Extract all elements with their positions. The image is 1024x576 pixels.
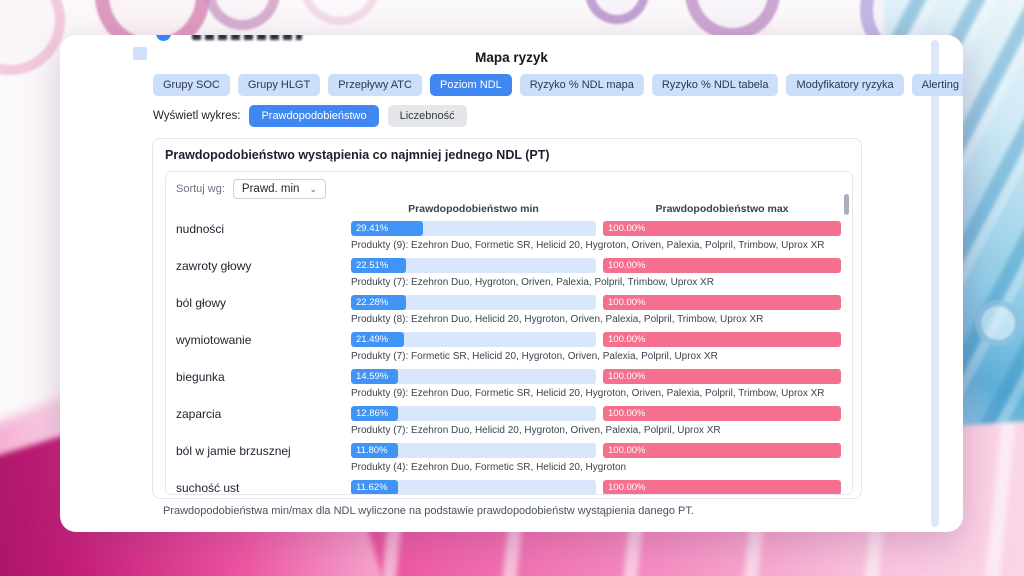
row-products: Produkty (9): Ezehron Duo, Formetic SR, … bbox=[351, 388, 841, 399]
row-label: nudności bbox=[176, 221, 344, 236]
chart-row: ból głowy 22.28% 100.00% Produkty (8): Ezeh… bbox=[176, 295, 838, 325]
row-products: Produkty (4): Ezehron Duo, Formetic SR, … bbox=[351, 462, 841, 473]
bar-min[interactable]: 11.62% bbox=[351, 480, 398, 495]
bar-max[interactable]: 100.00% bbox=[603, 406, 841, 421]
chart-title: Prawdopodobieństwo wystąpienia co najmni… bbox=[165, 148, 853, 162]
tab-poziom-ndl[interactable]: Poziom NDL bbox=[430, 74, 512, 96]
bar-min-track: 11.80% bbox=[351, 443, 596, 458]
chart-row: biegunka 14.59% 100.00% Produkty (9): Ezehr… bbox=[176, 369, 838, 399]
bar-min[interactable]: 12.86% bbox=[351, 406, 398, 421]
background-bubble bbox=[0, 0, 65, 75]
app-logo-partial bbox=[156, 35, 336, 42]
bar-min[interactable]: 29.41% bbox=[351, 221, 423, 236]
background-bubble bbox=[685, 0, 780, 40]
chart-rows: nudności 29.41% 100.00% Produkty (9): Ezehr… bbox=[176, 221, 838, 495]
row-label: suchość ust bbox=[176, 480, 344, 495]
row-label: zaparcia bbox=[176, 406, 344, 421]
chart-row: ból w jamie brzusznej 11.80% 100.00% Produk… bbox=[176, 443, 838, 473]
background-bubble bbox=[205, 0, 280, 30]
row-products: Produkty (8): Ezehron Duo, Helicid 20, H… bbox=[351, 314, 841, 325]
bar-min[interactable]: 14.59% bbox=[351, 369, 398, 384]
chart-row: zaparcia 12.86% 100.00% Produkty (7): Ezehr… bbox=[176, 406, 838, 436]
row-products: Produkty (7): Formetic SR, Helicid 20, H… bbox=[351, 351, 841, 362]
column-headers: Prawdopodobieństwo min Prawdopodobieństw… bbox=[176, 203, 838, 215]
bar-min[interactable]: 21.49% bbox=[351, 332, 404, 347]
column-header-min: Prawdopodobieństwo min bbox=[351, 203, 596, 215]
chart-scroll-area: Sortuj wg: Prawd. min ⌄ Prawdopodobieńst… bbox=[165, 171, 853, 495]
bar-min[interactable]: 11.80% bbox=[351, 443, 398, 458]
chart-row: suchość ust11.62%100.00%Produkty (6): Ez… bbox=[176, 480, 838, 495]
bar-max[interactable]: 100.00% bbox=[603, 332, 841, 347]
tab-alerting[interactable]: Alerting bbox=[912, 74, 963, 96]
toggle-label: Wyświetl wykres: bbox=[153, 110, 240, 122]
tab-grupy-soc[interactable]: Grupy SOC bbox=[153, 74, 230, 96]
bar-max[interactable]: 100.00% bbox=[603, 221, 841, 236]
sort-select-value: Prawd. min bbox=[242, 183, 300, 195]
page-scrollbar-track[interactable] bbox=[931, 40, 939, 527]
background-bubble bbox=[585, 0, 649, 24]
row-label: ból głowy bbox=[176, 295, 344, 310]
row-label: zawroty głowy bbox=[176, 258, 344, 273]
app-panel: Mapa ryzyk Grupy SOC Grupy HLGT Przepływy … bbox=[60, 35, 963, 532]
bar-min[interactable]: 22.51% bbox=[351, 258, 406, 273]
bar-max[interactable]: 100.00% bbox=[603, 369, 841, 384]
row-label: ból w jamie brzusznej bbox=[176, 443, 344, 458]
bar-min-track: 22.51% bbox=[351, 258, 596, 273]
bar-max[interactable]: 100.00% bbox=[603, 295, 841, 310]
bar-min-track: 11.62% bbox=[351, 480, 596, 495]
page-title: Mapa ryzyk bbox=[60, 50, 963, 65]
sort-select[interactable]: Prawd. min ⌄ bbox=[233, 179, 326, 199]
row-products: Produkty (9): Ezehron Duo, Formetic SR, … bbox=[351, 240, 841, 251]
chart-display-toggle: Wyświetl wykres: Prawdopodobieństwo Licze… bbox=[153, 105, 467, 127]
chart-row: zawroty głowy 22.51% 100.00% Produkty (7): … bbox=[176, 258, 838, 288]
toggle-liczebność[interactable]: Liczebność bbox=[388, 105, 467, 127]
bar-min-track: 22.28% bbox=[351, 295, 596, 310]
tab-bar: Grupy SOC Grupy HLGT Przepływy ATC Poziom N… bbox=[153, 74, 963, 96]
toggle-prawdopodobieństwo[interactable]: Prawdopodobieństwo bbox=[249, 105, 378, 127]
row-products: Produkty (7): Ezehron Duo, Helicid 20, H… bbox=[351, 425, 841, 436]
bar-min[interactable]: 22.28% bbox=[351, 295, 406, 310]
footer-note: Prawdopodobieństwa min/max dla NDL wylic… bbox=[163, 505, 694, 517]
bar-min-track: 21.49% bbox=[351, 332, 596, 347]
sort-row: Sortuj wg: Prawd. min ⌄ bbox=[176, 179, 838, 199]
chart-card: Prawdopodobieństwo wystąpienia co najmni… bbox=[152, 138, 862, 499]
bar-max[interactable]: 100.00% bbox=[603, 480, 841, 495]
bar-min-track: 29.41% bbox=[351, 221, 596, 236]
background-bubble bbox=[300, 0, 380, 25]
row-label: biegunka bbox=[176, 369, 344, 384]
tab-grupy-hlgt[interactable]: Grupy HLGT bbox=[238, 74, 320, 96]
bar-max[interactable]: 100.00% bbox=[603, 258, 841, 273]
row-products: Produkty (7): Ezehron Duo, Hygroton, Ori… bbox=[351, 277, 841, 288]
tab-ryzyko-ndl-tabela[interactable]: Ryzyko % NDL tabela bbox=[652, 74, 779, 96]
tab-przep-ywy-atc[interactable]: Przepływy ATC bbox=[328, 74, 422, 96]
chart-row: wymiotowanie 21.49% 100.00% Produkty (7): F… bbox=[176, 332, 838, 362]
row-label: wymiotowanie bbox=[176, 332, 344, 347]
chart-scrollbar-thumb[interactable] bbox=[844, 194, 849, 215]
tab-ryzyko-ndl-mapa[interactable]: Ryzyko % NDL mapa bbox=[520, 74, 644, 96]
logo-icon bbox=[156, 35, 171, 41]
bar-max[interactable]: 100.00% bbox=[603, 443, 841, 458]
background-bubble bbox=[975, 300, 1021, 346]
column-header-max: Prawdopodobieństwo max bbox=[603, 203, 841, 215]
bar-min-track: 12.86% bbox=[351, 406, 596, 421]
tab-modyfikatory-ryzyka[interactable]: Modyfikatory ryzyka bbox=[786, 74, 903, 96]
chevron-down-icon: ⌄ bbox=[309, 184, 317, 195]
chart-row: nudności 29.41% 100.00% Produkty (9): Ezehr… bbox=[176, 221, 838, 251]
logo-wordmark bbox=[192, 35, 302, 40]
bar-min-track: 14.59% bbox=[351, 369, 596, 384]
sort-label: Sortuj wg: bbox=[176, 183, 225, 195]
